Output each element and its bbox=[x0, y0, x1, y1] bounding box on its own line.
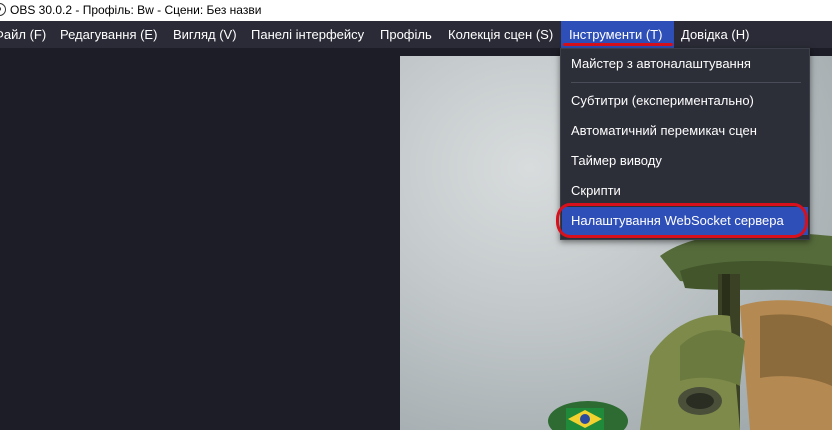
menu-item-scene-switcher[interactable]: Автоматичний перемикач сцен bbox=[562, 117, 808, 145]
obs-window: OBS 30.0.2 - Профіль: Bw - Сцени: Без на… bbox=[0, 0, 832, 430]
menu-item-scripts[interactable]: Скрипти bbox=[562, 177, 808, 205]
annotation-circle bbox=[556, 203, 808, 238]
menu-help[interactable]: Довідка (H) bbox=[681, 21, 749, 48]
menu-edit[interactable]: Редагування (E) bbox=[60, 21, 157, 48]
menu-profile[interactable]: Профіль bbox=[380, 21, 432, 48]
menu-file[interactable]: Файл (F) bbox=[0, 21, 46, 48]
left-dock-area bbox=[0, 48, 400, 430]
annotation-underline bbox=[563, 43, 673, 46]
obs-logo-icon bbox=[0, 3, 6, 16]
window-title: OBS 30.0.2 - Профіль: Bw - Сцени: Без на… bbox=[10, 3, 262, 17]
menu-bar: Файл (F) Редагування (E) Вигляд (V) Пане… bbox=[0, 21, 832, 48]
menu-item-captions[interactable]: Субтитри (експериментально) bbox=[562, 87, 808, 115]
title-bar: OBS 30.0.2 - Профіль: Bw - Сцени: Без на… bbox=[0, 0, 832, 21]
menu-docks[interactable]: Панелі інтерфейсу bbox=[251, 21, 364, 48]
menu-scene-collection[interactable]: Колекція сцен (S) bbox=[448, 21, 553, 48]
menu-item-output-timer[interactable]: Таймер виводу bbox=[562, 147, 808, 175]
menu-separator bbox=[571, 82, 801, 83]
menu-item-auto-config-wizard[interactable]: Майстер з автоналаштування bbox=[562, 50, 808, 78]
menu-view[interactable]: Вигляд (V) bbox=[173, 21, 237, 48]
